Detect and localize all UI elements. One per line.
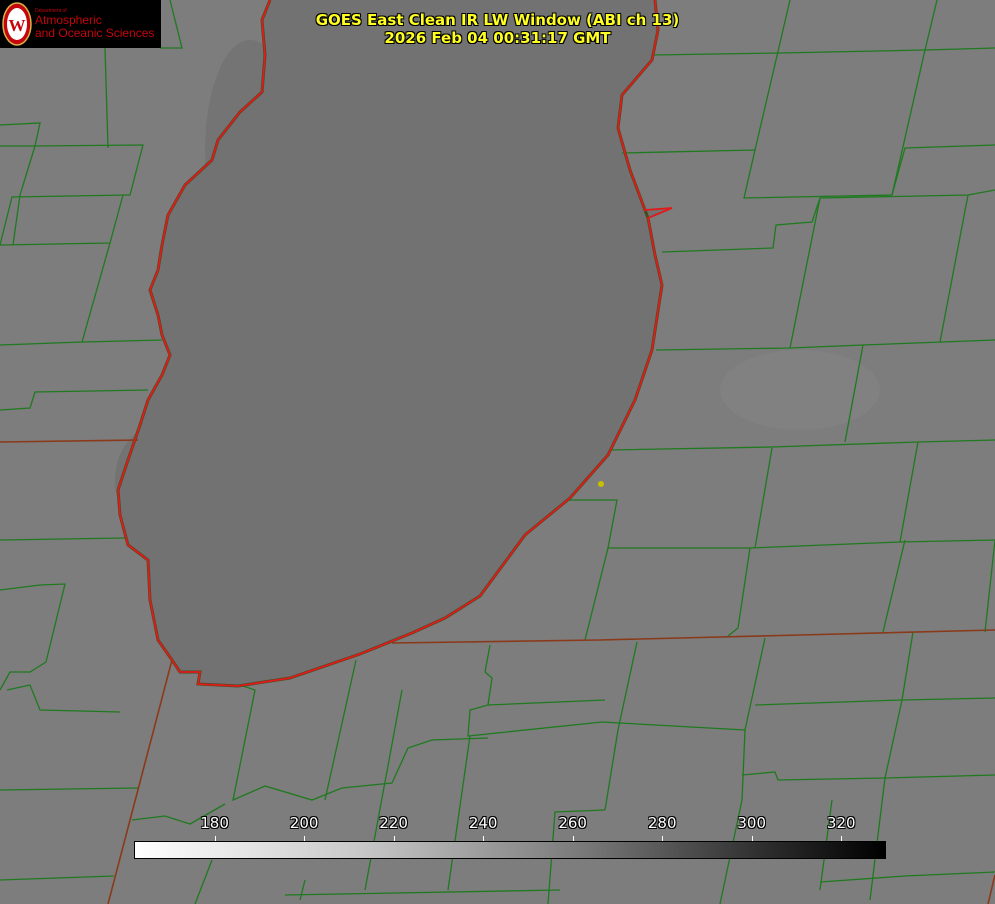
title-line1: GOES East Clean IR LW Window (ABI ch 13) xyxy=(315,11,680,29)
colorbar-tick-mark xyxy=(662,836,664,841)
warm-patch xyxy=(720,350,880,430)
image-title: GOES East Clean IR LW Window (ABI ch 13)… xyxy=(300,11,695,47)
colorbar-tick-label: 200 xyxy=(289,814,319,832)
colorbar-tick-label: 240 xyxy=(468,814,498,832)
uw-aos-logo: W Department of Atmospheric and Oceanic … xyxy=(0,0,161,48)
logo-line1: Atmospheric xyxy=(35,13,102,28)
colorbar-tick-mark xyxy=(841,836,843,841)
colorbar-tick-mark xyxy=(751,836,753,841)
logo-text: Department of Atmospheric and Oceanic Sc… xyxy=(35,8,155,40)
colorbar-tick-mark xyxy=(304,836,306,841)
colorbar-tick-label: 300 xyxy=(737,814,767,832)
uw-crest-icon: W xyxy=(2,2,32,46)
colorbar-tick-label: 320 xyxy=(826,814,856,832)
title-timestamp: 2026 Feb 04 00:31:17 GMT xyxy=(384,29,611,47)
svg-text:W: W xyxy=(9,16,26,35)
location-marker xyxy=(598,481,604,487)
colorbar-tick-label: 220 xyxy=(379,814,408,832)
logo-line2: and Oceanic Sciences xyxy=(35,25,155,40)
colorbar-tick-label: 280 xyxy=(647,814,677,832)
colorbar-tick-mark xyxy=(572,836,574,841)
colorbar-tick-mark xyxy=(214,836,216,841)
colorbar-tick-mark xyxy=(393,836,395,841)
satellite-map xyxy=(0,0,995,904)
temperature-colorbar xyxy=(134,841,886,859)
colorbar-tick-label: 260 xyxy=(558,814,587,832)
colorbar-tick-mark xyxy=(483,836,485,841)
colorbar-tick-label: 180 xyxy=(200,814,229,832)
